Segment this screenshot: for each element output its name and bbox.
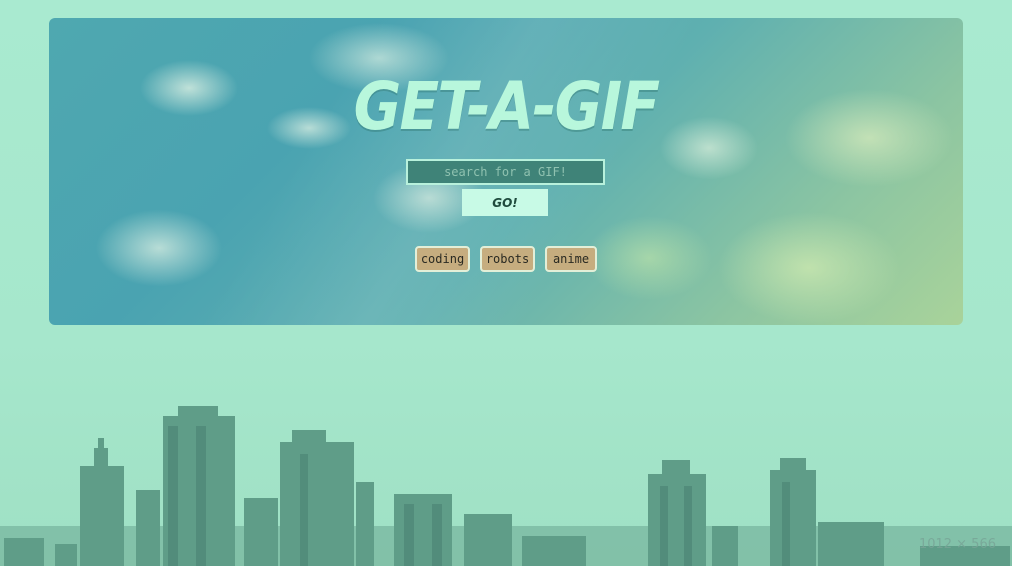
go-button[interactable]: GO! [462,189,548,216]
city-skyline-image [0,406,1012,566]
page: GET-A-GIF GO! coding robots anime [0,0,1012,566]
search-input[interactable] [406,159,605,185]
topic-button-anime[interactable]: anime [545,246,597,272]
dimensions-label: 1012 × 566 [918,537,996,552]
page-title: GET-A-GIF [353,68,660,145]
topic-buttons: coding robots anime [49,246,963,272]
hero-banner: GET-A-GIF GO! coding robots anime [49,18,963,325]
topic-button-coding[interactable]: coding [415,246,470,272]
topic-button-robots[interactable]: robots [480,246,535,272]
